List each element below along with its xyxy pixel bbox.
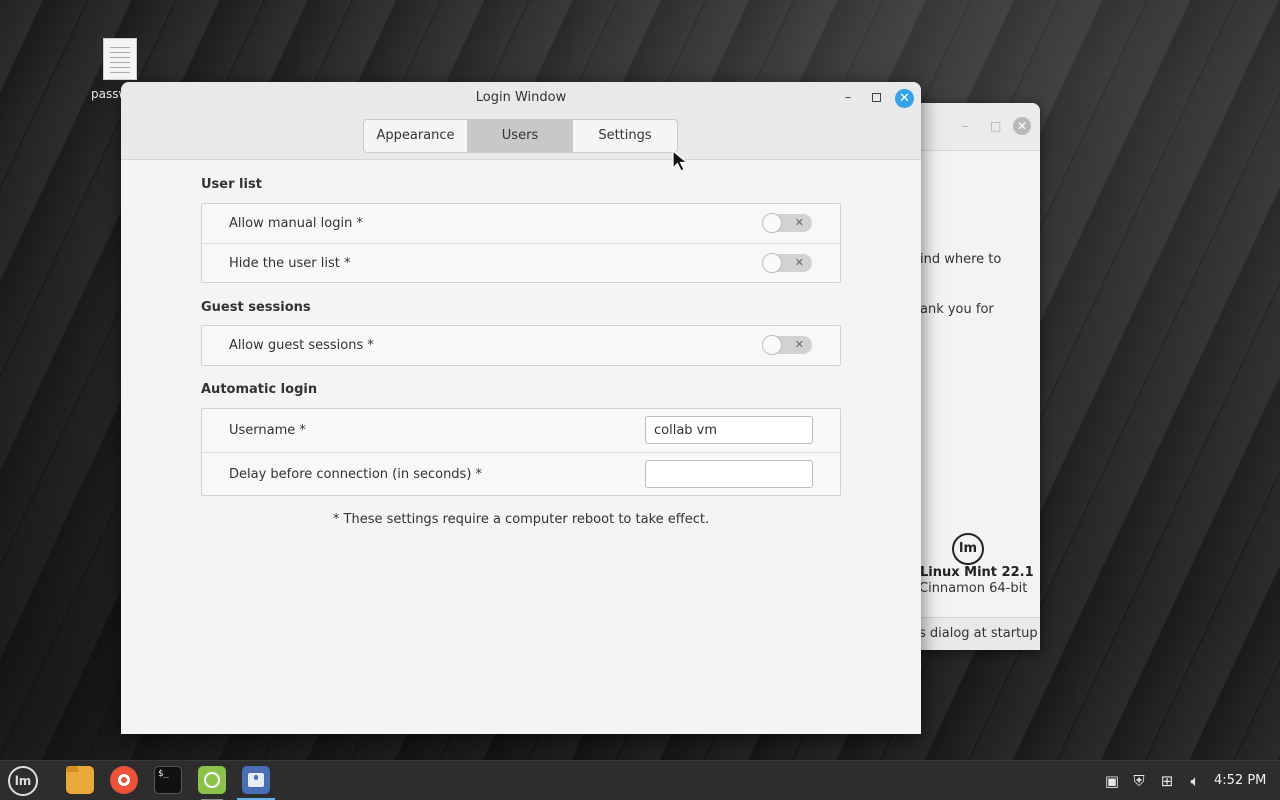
tab-appearance[interactable]: Appearance <box>363 119 468 153</box>
minimize-icon[interactable]: – <box>962 119 968 133</box>
setting-row-hide-user-list: Hide the user list * ✕ <box>202 243 840 282</box>
tab-bar: Appearance Users Settings <box>363 119 678 153</box>
folder-icon <box>66 766 94 794</box>
clipboard-icon[interactable]: ▣ <box>1101 761 1123 800</box>
minimize-button[interactable]: – <box>840 90 856 106</box>
allow-guest-sessions-toggle[interactable]: ✕ <box>762 335 812 355</box>
mint-logo-icon: lm <box>952 533 984 565</box>
text-file-icon <box>103 38 137 80</box>
desktop-file-icon[interactable]: passwords.txt <box>90 38 175 101</box>
automatic-login-box: Username * Delay before connection (in s… <box>201 408 841 496</box>
mint-menu-icon: lm <box>8 766 38 796</box>
terminal-icon: $_ <box>154 766 182 794</box>
welcome-text-line: ind where to <box>920 252 1002 267</box>
tab-settings[interactable]: Settings <box>573 119 678 153</box>
network-icon[interactable]: ⊞ <box>1156 761 1178 800</box>
setting-row-username: Username * <box>202 409 840 452</box>
window-title: Login Window <box>475 90 567 105</box>
mint-welcome-icon <box>198 766 226 794</box>
reboot-note: * These settings require a computer rebo… <box>332 512 710 527</box>
allow-manual-login-toggle[interactable]: ✕ <box>762 213 812 233</box>
setting-row-allow-manual-login: Allow manual login * ✕ <box>202 204 840 243</box>
toggle-off-icon: ✕ <box>794 256 804 269</box>
taskbar: lm $_ ▣ ⛨ ⊞ 🔈︎ 4:52 PM <box>0 760 1280 800</box>
menu-button[interactable]: lm <box>2 761 40 800</box>
login-window-icon <box>242 766 270 794</box>
setting-label: Username * <box>229 423 306 438</box>
taskbar-files[interactable] <box>61 761 99 800</box>
tab-users[interactable]: Users <box>468 119 573 153</box>
section-title-guest-sessions: Guest sessions <box>201 300 311 315</box>
maximize-icon <box>871 93 881 102</box>
mouse-pointer-icon <box>672 150 689 172</box>
clock[interactable]: 4:52 PM <box>1214 773 1266 788</box>
welcome-footer: s dialog at startup <box>900 617 1040 650</box>
taskbar-login-window[interactable] <box>237 761 275 800</box>
section-title-automatic-login: Automatic login <box>201 382 318 397</box>
toggle-knob <box>762 213 782 233</box>
setting-label: Allow guest sessions * <box>229 338 374 353</box>
welcome-titlebar: – □ ✕ <box>900 103 1040 151</box>
login-window: Login Window – ✕ Appearance Users Settin… <box>121 82 921 734</box>
close-button[interactable]: ✕ <box>895 89 914 108</box>
shield-icon[interactable]: ⛨ <box>1128 761 1150 800</box>
setting-label: Delay before connection (in seconds) * <box>229 467 483 482</box>
welcome-text-line: ank you for <box>920 302 994 317</box>
distro-version: Linux Mint 22.1 <box>920 565 1034 580</box>
taskbar-terminal[interactable]: $_ <box>149 761 187 800</box>
toggle-knob <box>762 335 782 355</box>
taskbar-mintwelcome[interactable] <box>193 761 231 800</box>
terminal-prompt-icon: $_ <box>158 769 169 779</box>
setting-row-allow-guest-sessions: Allow guest sessions * ✕ <box>202 326 840 365</box>
users-page: User list Allow manual login * ✕ Hide th… <box>201 160 841 527</box>
taskbar-firefox[interactable] <box>105 761 143 800</box>
welcome-window[interactable]: – □ ✕ ind where to ank you for lm Linux … <box>900 103 1040 650</box>
toggle-off-icon: ✕ <box>794 338 804 351</box>
startup-checkbox-label[interactable]: s dialog at startup <box>919 626 1038 641</box>
setting-label: Allow manual login * <box>229 216 363 231</box>
firefox-icon <box>110 766 138 794</box>
window-header: Login Window – ✕ Appearance Users Settin… <box>121 82 921 160</box>
delay-input[interactable] <box>645 460 813 488</box>
section-title-user-list: User list <box>201 177 262 192</box>
username-input[interactable] <box>645 416 813 444</box>
setting-label: Hide the user list * <box>229 256 351 271</box>
maximize-button[interactable] <box>868 90 884 106</box>
distro-edition: Cinnamon 64-bit <box>919 581 1028 596</box>
maximize-icon[interactable]: □ <box>990 119 1001 133</box>
toggle-off-icon: ✕ <box>794 216 804 229</box>
guest-sessions-box: Allow guest sessions * ✕ <box>201 325 841 366</box>
close-icon[interactable]: ✕ <box>1013 117 1031 135</box>
setting-row-delay: Delay before connection (in seconds) * <box>202 452 840 495</box>
user-list-box: Allow manual login * ✕ Hide the user lis… <box>201 203 841 283</box>
desktop-file-label: passwords.txt <box>91 87 175 101</box>
hide-user-list-toggle[interactable]: ✕ <box>762 253 812 273</box>
toggle-knob <box>762 253 782 273</box>
volume-icon[interactable]: 🔈︎ <box>1184 761 1206 800</box>
